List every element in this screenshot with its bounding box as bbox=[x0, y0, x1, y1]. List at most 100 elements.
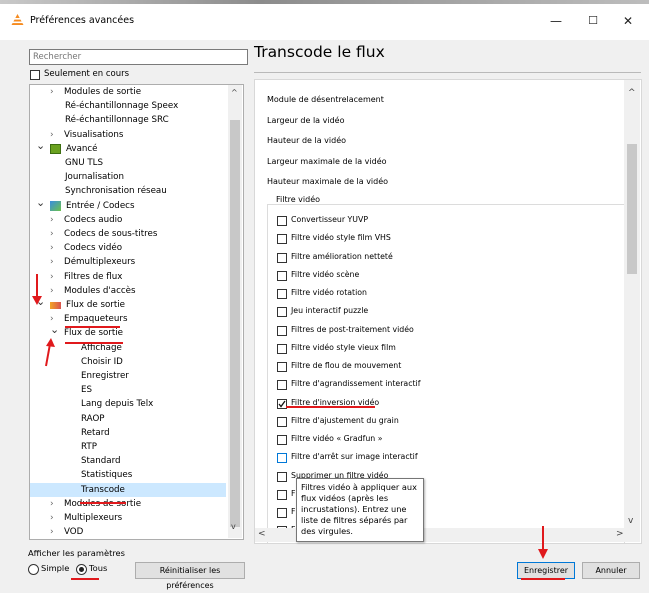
tree-item[interactable]: ⌄ Entrée / Codecs bbox=[30, 196, 226, 213]
chevron-down-icon[interactable]: ⌄ bbox=[50, 323, 59, 337]
tree-item[interactable]: Transcode bbox=[30, 482, 226, 497]
tree-item[interactable]: Journalisation bbox=[30, 170, 226, 184]
checkbox-box[interactable] bbox=[277, 453, 287, 464]
tree-item[interactable]: Retard bbox=[30, 426, 226, 440]
tree-item[interactable]: › Modules d'accès bbox=[30, 284, 226, 298]
tree-item[interactable]: › Visualisations bbox=[30, 128, 226, 142]
search-input[interactable] bbox=[29, 49, 248, 65]
save-button[interactable]: Enregistrer bbox=[517, 562, 575, 579]
panel-scroll-down-icon[interactable]: v bbox=[628, 516, 633, 526]
filter-label: F bbox=[291, 488, 296, 498]
tree-scrollbar[interactable]: ^ v bbox=[228, 85, 242, 538]
minimize-button[interactable]: — bbox=[539, 10, 573, 32]
checkbox-box[interactable] bbox=[277, 380, 287, 391]
chevron-right-icon[interactable]: › bbox=[50, 128, 54, 142]
tree-item[interactable]: RTP bbox=[30, 440, 226, 454]
tree-item[interactable]: ⌄ Flux de sortie bbox=[30, 323, 226, 340]
option-label: Largeur maximale de la vidéo bbox=[267, 156, 387, 166]
tree-item-label: Retard bbox=[81, 427, 110, 438]
chevron-right-icon[interactable]: › bbox=[50, 511, 54, 525]
panel-scrollbar[interactable]: ^ v bbox=[624, 80, 640, 542]
tree-item-label: Codecs audio bbox=[64, 214, 123, 225]
checkbox-box[interactable] bbox=[277, 362, 287, 372]
tree-item-label: Synchronisation réseau bbox=[65, 186, 167, 197]
chevron-right-icon[interactable]: › bbox=[50, 213, 54, 227]
tree-item[interactable]: Ré-échantillonnage Speex bbox=[30, 99, 226, 113]
tree-item[interactable]: Standard bbox=[30, 454, 226, 468]
radio-simple[interactable] bbox=[28, 564, 39, 575]
scroll-down-icon[interactable]: v bbox=[231, 522, 236, 531]
panel-scroll-up-icon[interactable]: ^ bbox=[628, 88, 636, 98]
tree-item[interactable]: › Codecs de sous-titres bbox=[30, 227, 226, 241]
radio-all[interactable] bbox=[76, 564, 87, 575]
maximize-button[interactable]: ☐ bbox=[576, 10, 610, 32]
tree-item[interactable]: RAOP bbox=[30, 412, 226, 426]
filter-label: Filtres de post-traitement vidéo bbox=[291, 324, 414, 334]
checkbox-box[interactable] bbox=[277, 508, 287, 518]
filter-label: Filtre vidéo style film VHS bbox=[291, 233, 391, 243]
tree-item-label: Journalisation bbox=[65, 172, 124, 183]
checkbox-box[interactable] bbox=[277, 343, 287, 354]
scroll-right-icon[interactable]: > bbox=[616, 529, 624, 539]
chevron-right-icon[interactable]: › bbox=[50, 227, 54, 241]
tree-item[interactable]: › Empaqueteurs bbox=[30, 312, 226, 326]
tree-item[interactable]: Statistiques bbox=[30, 468, 226, 482]
chevron-right-icon[interactable]: › bbox=[50, 525, 54, 539]
checkbox-box[interactable] bbox=[277, 307, 287, 318]
tree-scrollbar-thumb[interactable] bbox=[230, 120, 240, 527]
tree-item[interactable]: ›Modules de sortie bbox=[30, 85, 226, 99]
tree-item[interactable]: Ré-échantillonnage SRC bbox=[30, 113, 226, 127]
tooltip: Filtres vidéo à appliquer aux flux vidéo… bbox=[296, 478, 424, 542]
tree-item[interactable]: Enregistrer bbox=[30, 369, 226, 383]
tree-item[interactable]: › Codecs audio bbox=[30, 213, 226, 227]
scroll-up-icon[interactable]: ^ bbox=[231, 88, 238, 97]
tree-item[interactable]: ES bbox=[30, 383, 226, 397]
tree-item[interactable]: Synchronisation réseau bbox=[30, 184, 226, 198]
filter-label: Filtre d'arrêt sur image interactif bbox=[291, 452, 418, 462]
tree-item-label: Statistiques bbox=[81, 470, 133, 481]
preferences-tree[interactable]: › Modules de sortie Ré-échantillonnage Spe… bbox=[29, 84, 244, 540]
only-current-box[interactable] bbox=[30, 70, 40, 80]
checkbox-box[interactable] bbox=[277, 289, 287, 299]
checkbox-box[interactable] bbox=[277, 216, 287, 226]
chevron-right-icon[interactable]: › bbox=[50, 284, 54, 298]
tree-item[interactable]: › Démultiplexeurs bbox=[30, 255, 226, 269]
option-label: Module de désentrelacement bbox=[267, 95, 384, 104]
chevron-right-icon[interactable]: › bbox=[50, 241, 54, 255]
checkbox-box[interactable] bbox=[277, 435, 287, 445]
chevron-right-icon[interactable]: › bbox=[50, 497, 54, 511]
filter-label: Filtre amélioration netteté bbox=[291, 251, 393, 261]
chevron-right-icon[interactable]: › bbox=[50, 270, 54, 284]
tree-item[interactable]: Affichage bbox=[30, 341, 226, 355]
chevron-down-icon[interactable]: ⌄ bbox=[36, 196, 45, 210]
tree-item[interactable]: ⌄ Flux de sortie bbox=[30, 295, 226, 312]
checkbox-box[interactable] bbox=[277, 270, 287, 281]
cancel-button[interactable]: Annuler bbox=[582, 562, 640, 579]
tree-item[interactable]: › Codecs vidéo bbox=[30, 241, 226, 255]
checkbox-box[interactable] bbox=[277, 416, 287, 427]
reset-preferences-button[interactable]: Réinitialiser les préférences bbox=[135, 562, 245, 590]
tree-item[interactable]: GNU TLS bbox=[30, 156, 226, 170]
scroll-left-icon[interactable]: < bbox=[258, 529, 266, 539]
checkbox-box[interactable] bbox=[277, 325, 287, 336]
tree-item-label: Avancé bbox=[66, 143, 98, 154]
tree-item[interactable]: › VOD bbox=[30, 525, 226, 539]
tree-item[interactable]: ⌄ Avancé bbox=[30, 139, 226, 156]
tree-item[interactable]: › Filtres de flux bbox=[30, 270, 226, 284]
tree-item[interactable]: › Multiplexeurs bbox=[30, 511, 226, 525]
radio-simple-label: Simple bbox=[41, 563, 70, 573]
checkbox-box[interactable] bbox=[277, 471, 287, 482]
close-button[interactable]: ✕ bbox=[611, 10, 645, 32]
chevron-right-icon[interactable]: › bbox=[50, 255, 54, 269]
tree-item[interactable]: Choisir ID bbox=[30, 355, 226, 369]
checkbox-box[interactable] bbox=[277, 489, 287, 500]
tree-item[interactable]: Lang depuis Telx bbox=[30, 397, 226, 411]
filter-label: Filtre vidéo « Gradfun » bbox=[291, 434, 383, 443]
panel-scrollbar-thumb[interactable] bbox=[627, 144, 637, 274]
chevron-down-icon[interactable]: ⌄ bbox=[36, 139, 45, 153]
chevron-right-icon[interactable]: › bbox=[50, 85, 54, 99]
checkbox-box[interactable] bbox=[277, 234, 287, 245]
filter-label: Filtre vidéo scène bbox=[291, 269, 360, 279]
tree-item[interactable]: ›Modules de sortie bbox=[30, 497, 226, 511]
checkbox-box[interactable] bbox=[277, 252, 287, 263]
